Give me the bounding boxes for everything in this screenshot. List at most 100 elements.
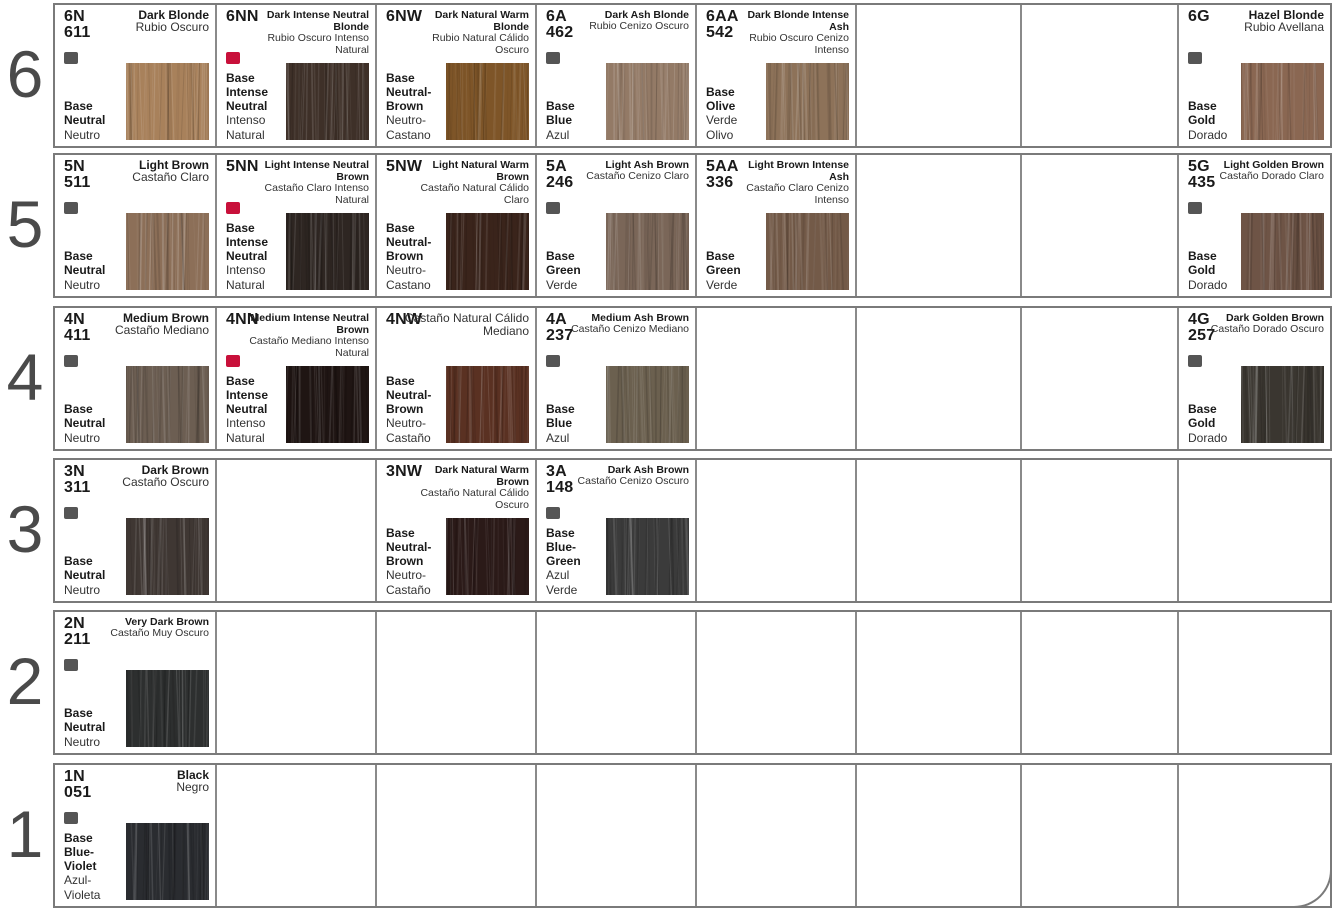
base-tone: BaseNeutral-BrownNeutro-Castaño: [386, 526, 431, 597]
empty-cell: [215, 765, 375, 906]
base-label-spanish: Neutro: [64, 583, 105, 597]
color-cell: 6GHazel BlondeRubio AvellanaBaseGoldDora…: [1177, 5, 1330, 146]
base-label-spanish: Verde: [546, 583, 581, 597]
tone-marker-icon: [64, 507, 78, 519]
base-label: Neutral-: [386, 235, 431, 249]
base-label-spanish: Verde: [546, 278, 581, 292]
level-row: 5N511Light BrownCastaño ClaroBaseNeutral…: [53, 153, 1332, 298]
base-label: Base: [386, 221, 431, 235]
empty-cell: [1177, 460, 1330, 601]
base-label: Base: [546, 249, 581, 263]
name-spanish: Rubio Oscuro Intenso Natural: [249, 33, 369, 56]
base-label: Blue: [546, 416, 575, 430]
base-label-spanish: Azul: [546, 431, 575, 445]
color-cell: 3N311Dark BrownCastaño OscuroBaseNeutral…: [55, 460, 215, 601]
hair-swatch: [1241, 366, 1324, 443]
hair-swatch: [606, 213, 689, 290]
shade-name: Dark Natural Warm BlondeRubio Natural Cá…: [409, 9, 529, 56]
tone-marker-icon: [64, 355, 78, 367]
empty-cell: [695, 460, 855, 601]
shade-name: Light Natural Warm BrownCastaño Natural …: [409, 159, 529, 206]
empty-cell: [1020, 460, 1177, 601]
base-label: Neutral: [64, 416, 105, 430]
empty-cell: [695, 308, 855, 449]
base-label-spanish: Azul-: [64, 873, 100, 887]
base-label: Base: [64, 402, 105, 416]
name-spanish: Castaño Dorado Claro: [1204, 171, 1324, 183]
base-label-spanish: Neutro: [64, 735, 105, 749]
shade-name: Hazel BlondeRubio Avellana: [1204, 9, 1324, 34]
tone-marker-icon: [64, 202, 78, 214]
level-row: 6N611Dark BlondeRubio OscuroBaseNeutralN…: [53, 3, 1332, 148]
shade-name: Very Dark BrownCastaño Muy Oscuro: [89, 616, 209, 640]
tone-marker-icon: [1188, 202, 1202, 214]
intense-marker-icon: [226, 52, 240, 64]
color-cell: 4NNMedium Intense Neutral BrownCastaño M…: [215, 308, 375, 449]
base-label-spanish: Natural: [226, 128, 268, 142]
base-label-spanish: Neutro: [64, 128, 105, 142]
base-tone: BaseBlue-GreenAzulVerde: [546, 526, 581, 597]
base-label-spanish: Dorado: [1188, 431, 1227, 445]
hair-swatch: [766, 63, 849, 140]
hair-swatch: [286, 366, 369, 443]
tone-marker-icon: [546, 52, 560, 64]
shade-name: Medium Ash BrownCastaño Cenizo Mediano: [569, 312, 689, 336]
hair-swatch: [446, 366, 529, 443]
tone-marker-icon: [546, 202, 560, 214]
hair-swatch: [126, 823, 209, 900]
base-label: Base: [706, 85, 737, 99]
empty-cell: [695, 612, 855, 753]
color-cell: 5N511Light BrownCastaño ClaroBaseNeutral…: [55, 155, 215, 296]
name-english: Dark Natural Warm Brown: [409, 464, 529, 488]
color-cell: 3NWDark Natural Warm BrownCastaño Natura…: [375, 460, 535, 601]
base-label-spanish: Castano: [386, 278, 431, 292]
base-tone: BaseBlue-VioletAzul-Violeta: [64, 831, 100, 902]
shade-name: Dark Ash BrownCastaño Cenizo Oscuro: [569, 464, 689, 488]
base-label: Neutral: [64, 263, 105, 277]
base-tone: BaseGreenVerde: [706, 249, 741, 292]
intense-marker-icon: [226, 202, 240, 214]
base-tone: BaseIntenseNeutralIntensoNatural: [226, 221, 268, 292]
name-spanish: Rubio Natural Cálido Oscuro: [409, 33, 529, 56]
tone-marker-icon: [64, 659, 78, 671]
name-spanish: Castaño Natural Cálido Oscuro: [409, 488, 529, 511]
base-label: Brown: [386, 99, 431, 113]
hair-swatch: [606, 63, 689, 140]
shade-code-line: 2N: [64, 616, 90, 632]
base-label: Base: [386, 71, 431, 85]
color-cell: 2N211Very Dark BrownCastaño Muy OscuroBa…: [55, 612, 215, 753]
empty-cell: [535, 612, 695, 753]
shade-code: 3N311: [64, 464, 90, 496]
base-label-spanish: Azul: [546, 568, 581, 582]
shade-code-line: 611: [64, 25, 90, 41]
shade-name: Dark Intense Neutral BlondeRubio Oscuro …: [249, 9, 369, 56]
base-label: Neutral: [226, 402, 268, 416]
tone-marker-icon: [1188, 52, 1202, 64]
base-label: Base: [64, 99, 105, 113]
base-label-spanish: Intenso: [226, 416, 268, 430]
name-spanish: Castaño Mediano Intenso Natural: [249, 336, 369, 359]
shade-code: 6N611: [64, 9, 90, 41]
name-spanish: Castaño Claro Intenso Natural: [249, 183, 369, 206]
color-cell: 4N411Medium BrownCastaño MedianoBaseNeut…: [55, 308, 215, 449]
shade-code: 5N511: [64, 159, 90, 191]
empty-cell: [855, 308, 1020, 449]
shade-name: Dark Natural Warm BrownCastaño Natural C…: [409, 464, 529, 511]
base-label: Base: [546, 99, 575, 113]
base-label-spanish: Neutro-: [386, 263, 431, 277]
color-cell: 6A462Dark Ash BlondeRubio Cenizo OscuroB…: [535, 5, 695, 146]
empty-cell: [1020, 765, 1177, 906]
empty-cell: [695, 765, 855, 906]
empty-cell: [535, 765, 695, 906]
base-label: Intense: [226, 235, 268, 249]
base-label-spanish: Natural: [226, 431, 268, 445]
base-label: Base: [546, 526, 581, 540]
base-tone: BaseGoldDorado: [1188, 99, 1227, 142]
base-tone: BaseNeutralNeutro: [64, 249, 105, 292]
base-label-spanish: Intenso: [226, 113, 268, 127]
base-label: Base: [226, 374, 268, 388]
shade-code-line: 4N: [64, 312, 90, 328]
shade-name: Castaño Natural Cálido Mediano: [404, 312, 529, 338]
empty-cell: [215, 460, 375, 601]
name-spanish: Castaño Claro: [89, 171, 209, 184]
